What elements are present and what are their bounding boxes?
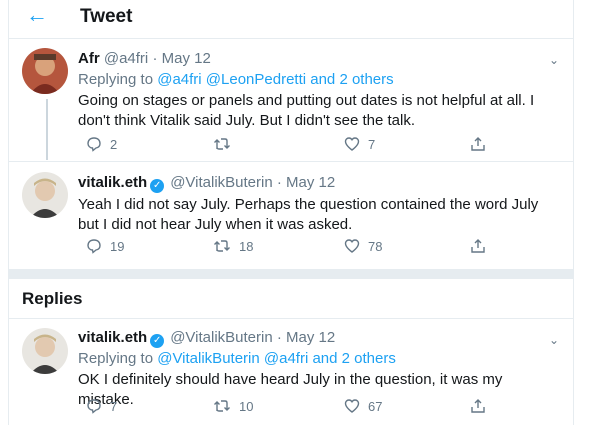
retweet-count: 18 [239,238,254,254]
share-icon [471,239,485,253]
page-title: Tweet [80,6,133,27]
replies-heading: Replies [22,289,83,308]
avatar-vitalik-image [22,172,68,218]
author-handle[interactable]: @a4fri [104,50,148,67]
retweet-icon [214,138,230,150]
reply-button[interactable]: 19 [86,238,124,254]
reply-button[interactable]: 7 [86,398,117,414]
heart-icon [344,399,360,413]
like-count: 67 [368,398,383,414]
author-line: vitalik.eth ✓ @VitalikButerin · May 12 [78,329,335,348]
chevron-down-icon[interactable]: ⌄ [549,53,559,67]
retweet-count: 10 [239,398,254,414]
tweet-text: Going on stages or panels and putting ou… [78,92,535,129]
share-button[interactable] [470,136,486,152]
heart-icon [344,239,360,253]
share-button[interactable] [470,238,486,254]
like-button[interactable]: 7 [344,136,375,152]
avatar[interactable] [22,328,68,374]
tweet-text: Yeah I did not say July. Perhaps the que… [78,196,539,233]
chevron-down-icon[interactable]: ⌄ [549,333,559,347]
replying-to-label: Replying to [78,350,154,367]
author-name[interactable]: vitalik.eth [78,174,147,191]
reply-count: 19 [110,238,125,254]
avatar[interactable] [22,172,68,218]
retweet-button[interactable] [213,136,239,152]
section-gap [8,269,573,279]
replying-to-label: Replying to [78,71,154,88]
replying-to-users[interactable]: @a4fri @LeonPedretti and 2 others [157,71,393,88]
retweet-icon [214,400,230,412]
like-button[interactable]: 67 [344,398,382,414]
replying-to-users[interactable]: @VitalikButerin @a4fri and 2 others [157,350,396,367]
heart-icon [344,137,360,151]
right-border [573,0,574,425]
tweet-date[interactable]: · May 12 [152,50,210,67]
share-icon [471,399,485,413]
avatar[interactable] [22,48,68,94]
author-line: Afr @a4fri · May 12 [78,50,211,67]
reply-icon [87,239,101,254]
tweet-afr[interactable]: Afr @a4fri · May 12 ⌄ Replying to @a4fri… [8,39,573,160]
reply-icon [87,137,101,152]
tweet-date[interactable]: · May 12 [277,174,335,191]
author-handle[interactable]: @VitalikButerin [170,174,273,191]
author-line: vitalik.eth ✓ @VitalikButerin · May 12 [78,174,335,193]
reply-count: 2 [110,136,118,152]
retweet-icon [214,240,230,252]
replying-to: Replying to @VitalikButerin @a4fri and 2… [78,350,396,367]
share-icon [471,137,485,151]
tweet-actions: 2 7 [78,136,498,156]
reply-tweet-vitalik[interactable]: vitalik.eth ✓ @VitalikButerin · May 12 ⌄ R… [8,319,573,425]
share-button[interactable] [470,398,486,414]
thread-connector [46,99,48,160]
avatar-afr-image [22,48,68,94]
author-name[interactable]: vitalik.eth [78,329,147,346]
avatar-vitalik-image [22,328,68,374]
retweet-button[interactable]: 10 [213,398,253,414]
like-button[interactable]: 78 [344,238,382,254]
back-arrow-icon[interactable]: ← [26,4,48,26]
tweet-vitalik[interactable]: vitalik.eth ✓ @VitalikButerin · May 12 Yea… [8,162,573,269]
author-name[interactable]: Afr [78,50,100,67]
reply-button[interactable]: 2 [86,136,117,152]
page-header: ← Tweet [8,0,573,39]
tweet-actions: 19 18 78 [78,238,498,258]
reply-icon [87,399,101,414]
replying-to: Replying to @a4fri @LeonPedretti and 2 o… [78,71,394,88]
author-handle[interactable]: @VitalikButerin [170,329,273,346]
tweet-date[interactable]: · May 12 [277,329,335,346]
retweet-button[interactable]: 18 [213,238,253,254]
like-count: 78 [368,238,383,254]
reply-count: 7 [110,398,118,414]
like-count: 7 [368,136,376,152]
tweet-actions: 7 10 67 [78,398,498,418]
verified-badge-icon: ✓ [150,179,165,193]
verified-badge-icon: ✓ [150,334,165,348]
